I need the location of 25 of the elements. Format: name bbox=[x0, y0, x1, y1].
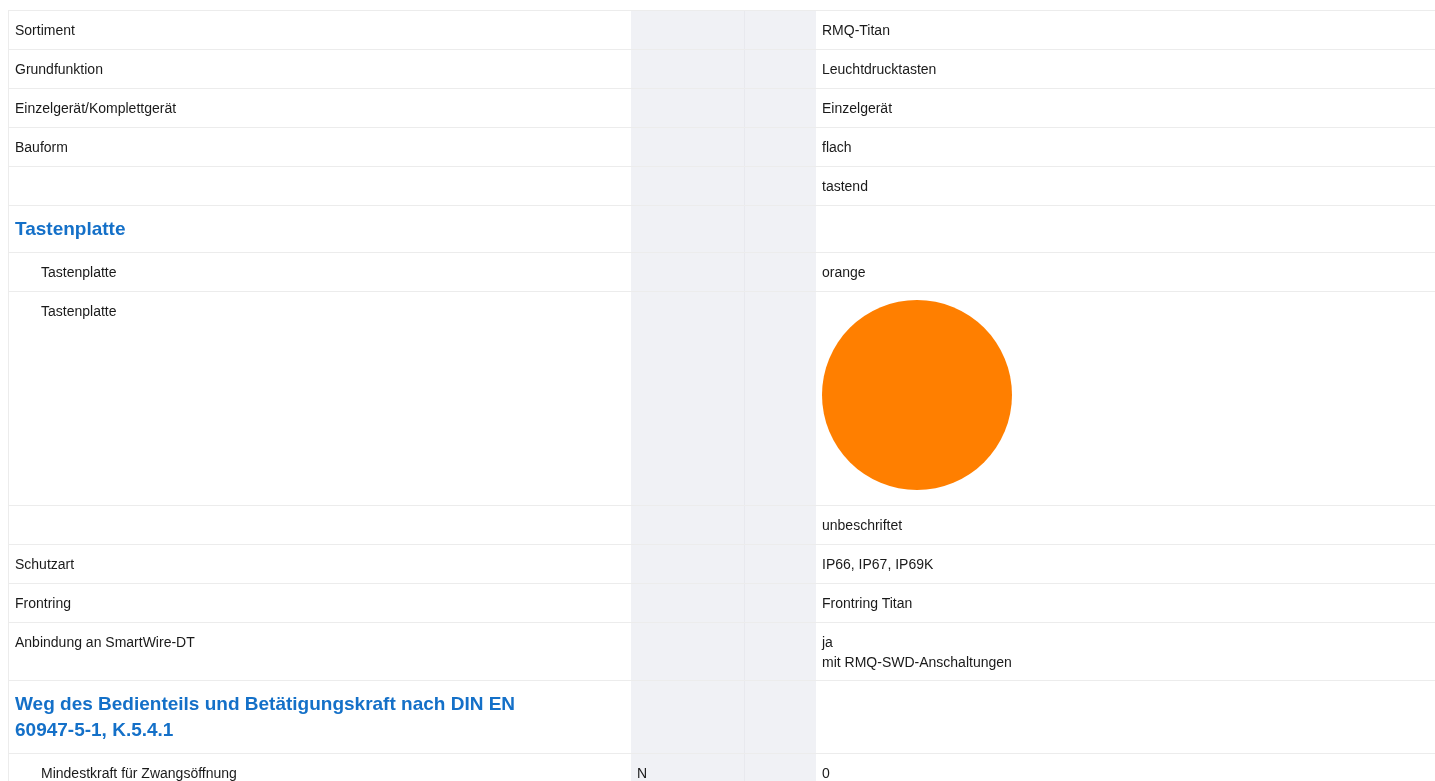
property-label: Schutzart bbox=[15, 555, 76, 574]
property-value: orange bbox=[822, 263, 867, 282]
property-label: Grundfunktion bbox=[15, 60, 104, 79]
section-heading: Weg des Bedienteils und Betätigungskraft nach DIN EN 60947-5-1, K.5.4.1 bbox=[15, 692, 517, 742]
property-value: RMQ-Titan bbox=[822, 21, 891, 40]
property-value: Frontring Titan bbox=[822, 594, 914, 613]
property-label: Tastenplatte bbox=[41, 302, 118, 321]
property-value: flach bbox=[822, 138, 853, 157]
property-value: IP66, IP67, IP69K bbox=[822, 555, 935, 574]
unit-cell: N bbox=[631, 754, 744, 781]
property-label: Anbindung an SmartWire-DT bbox=[15, 633, 196, 652]
property-label: Mindestkraft für Zwangsöffnung bbox=[41, 764, 238, 781]
property-value: Leuchtdrucktasten bbox=[822, 60, 938, 79]
property-value: 0 bbox=[822, 764, 831, 781]
property-label: Bauform bbox=[15, 138, 69, 157]
property-label: Frontring bbox=[15, 594, 73, 613]
property-label: Sortiment bbox=[15, 21, 76, 40]
property-label: Einzelgerät/Komplettgerät bbox=[15, 99, 178, 118]
property-value: mit RMQ-SWD-Anschaltungen bbox=[822, 653, 1013, 672]
property-value: Einzelgerät bbox=[822, 99, 894, 118]
property-value: tastend bbox=[822, 177, 869, 196]
section-heading: Tastenplatte bbox=[15, 217, 127, 241]
property-value: ja bbox=[822, 633, 834, 652]
property-value: unbeschriftet bbox=[822, 516, 904, 535]
property-label: Tastenplatte bbox=[41, 263, 118, 282]
